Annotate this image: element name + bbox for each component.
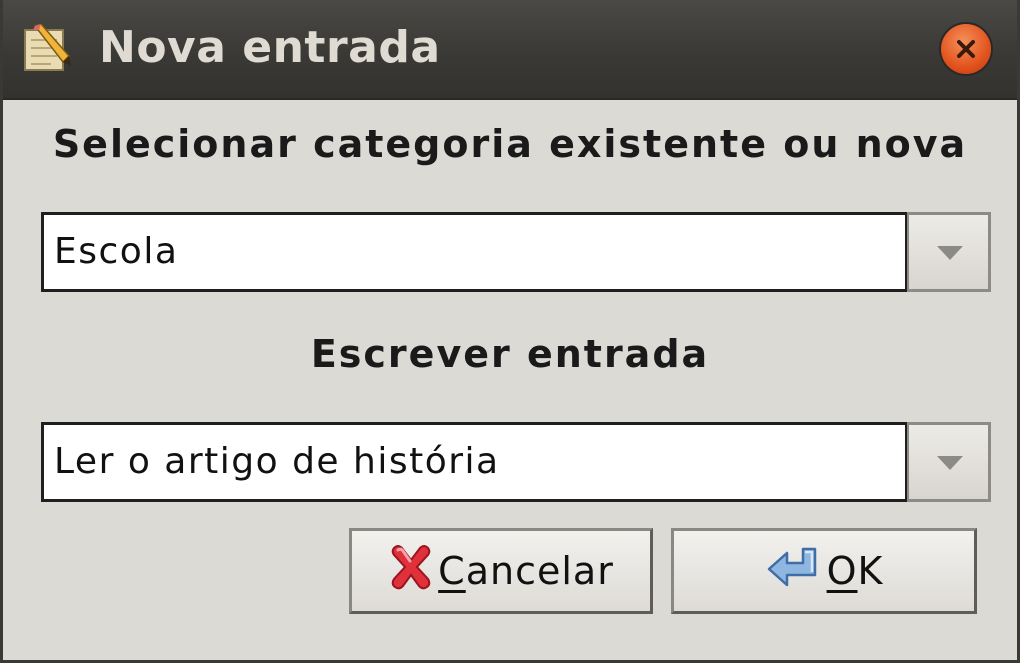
close-button[interactable] [941,24,991,74]
close-icon [957,40,975,58]
category-label: Selecionar categoria existente ou nova [52,122,968,166]
chevron-down-icon [937,456,963,470]
cancel-button[interactable]: Cancelar [349,528,653,614]
ok-label: K [857,549,884,593]
entry-input[interactable]: Ler o artigo de história [41,422,907,502]
entry-dropdown-button[interactable] [907,422,991,502]
cancel-mnemonic: C [438,549,466,593]
entry-label: Escrever entrada [310,332,710,376]
red-x-icon [388,542,434,601]
pencil-notepad-icon [21,23,73,74]
entry-combobox[interactable]: Ler o artigo de história [41,422,991,502]
category-combobox[interactable]: Escola [41,212,991,292]
window-title: Nova entrada [99,22,441,73]
title-bar[interactable]: Nova entrada [3,0,1017,100]
chevron-down-icon [937,246,963,260]
category-input[interactable]: Escola [41,212,907,292]
ok-mnemonic: O [826,549,858,593]
ok-button[interactable]: OK [671,528,977,614]
cancel-label: ancelar [465,549,614,593]
category-dropdown-button[interactable] [907,212,991,292]
return-arrow-icon [765,545,823,598]
dialog-window: Nova entrada Selecionar categoria existe… [0,0,1020,663]
